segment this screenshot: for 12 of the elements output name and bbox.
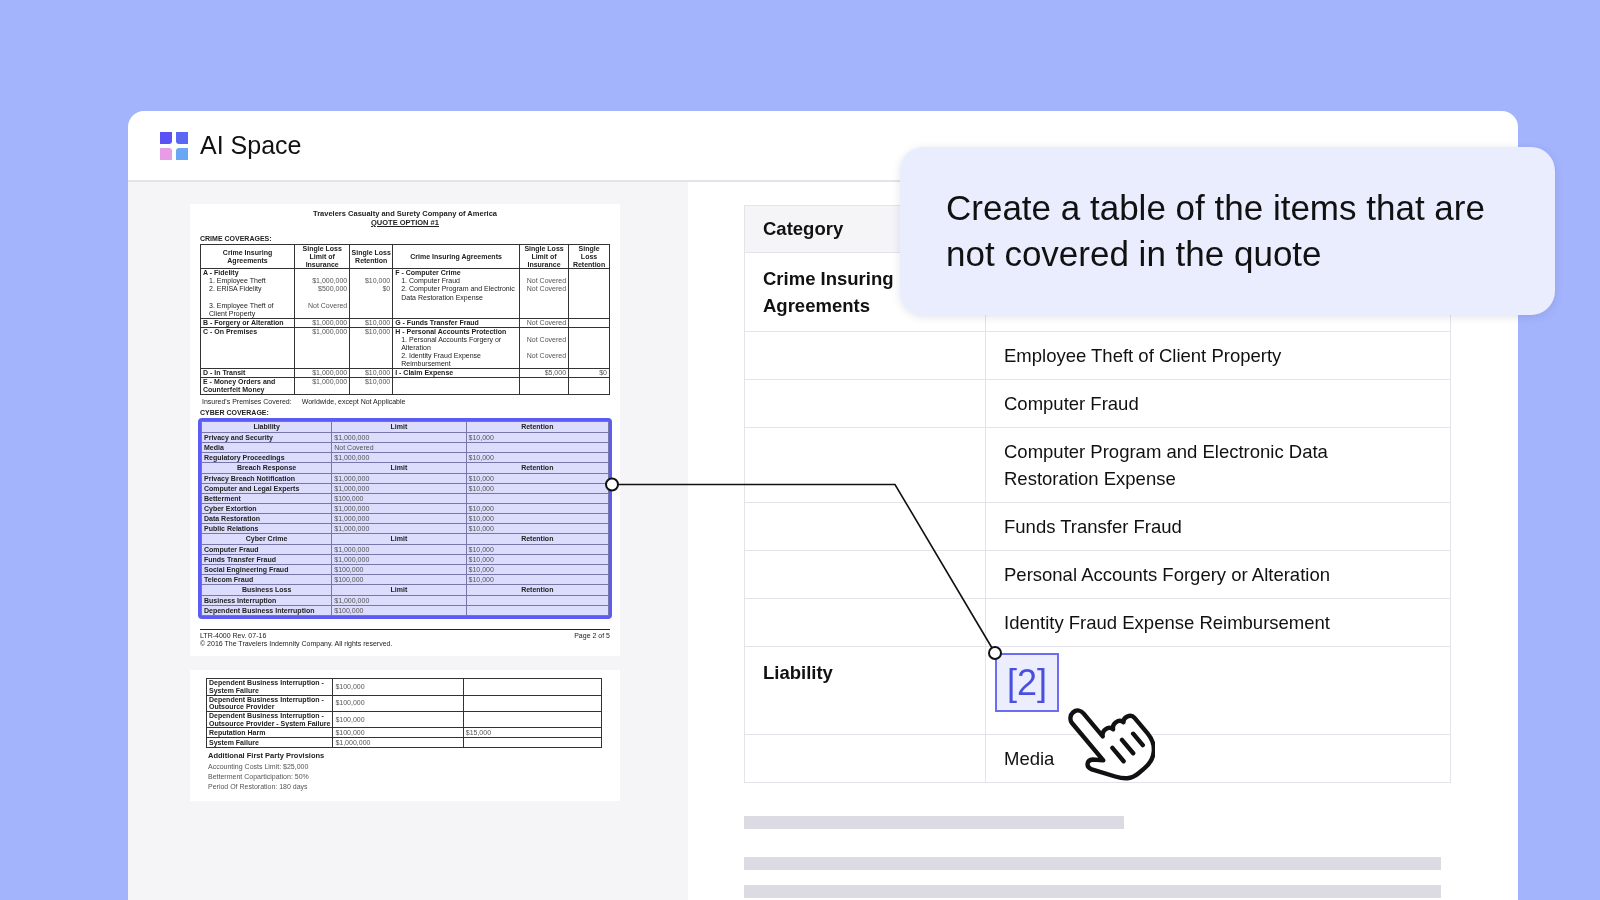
category-cell: Crime Insuring Agreements — [763, 268, 894, 316]
item-cell: Funds Transfer Fraud — [1004, 516, 1182, 537]
item-cell: Computer Fraud — [1004, 393, 1139, 414]
item-cell: Identity Fraud Expense Reimbursement — [1004, 612, 1330, 633]
item-cell: Computer Program and Electronic Data Restoration Expense — [1004, 441, 1328, 489]
category-cell: Liability — [763, 662, 833, 683]
item-cell: Employee Theft of Client Property — [1004, 345, 1282, 366]
logo-icon — [160, 131, 188, 160]
citation-button[interactable]: [2] — [995, 653, 1060, 713]
item-cell: Media — [1004, 748, 1055, 770]
item-cell: Personal Accounts Forgery or Alteration — [1004, 564, 1330, 585]
app-name: AI Space — [200, 131, 302, 160]
